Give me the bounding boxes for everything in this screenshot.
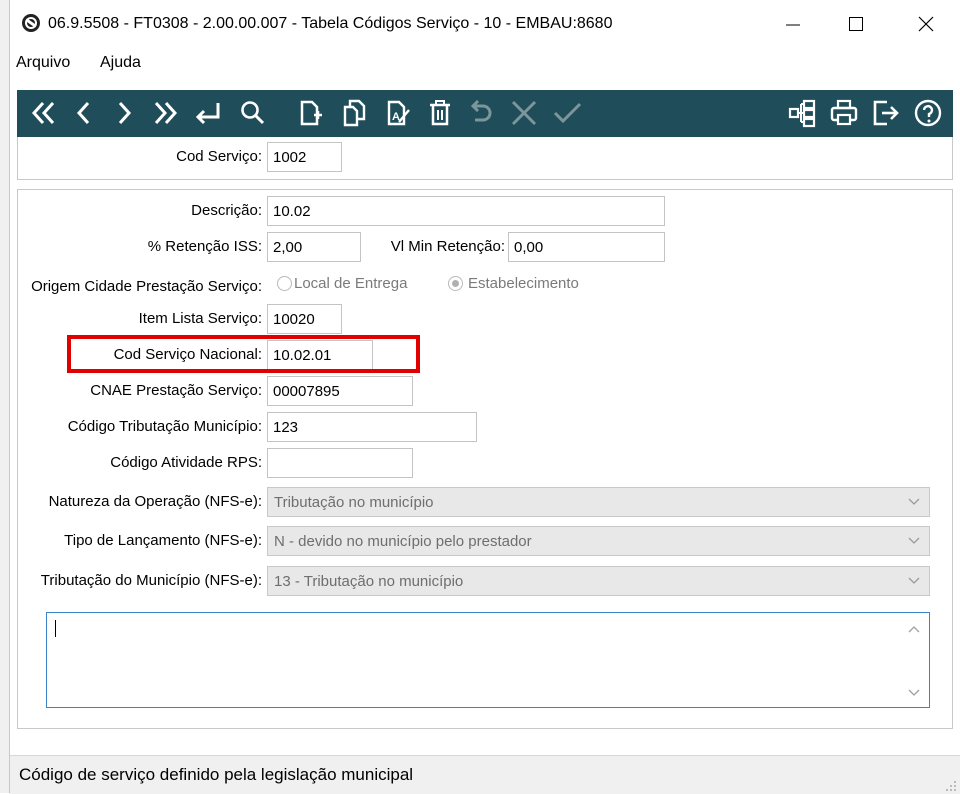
minimize-icon [786, 24, 800, 26]
tributacao-municipio-value: 13 - Tributação no município [274, 573, 464, 590]
toolbar: A [17, 90, 953, 137]
confirm-icon [553, 102, 582, 124]
relations-icon [788, 99, 816, 128]
delete-icon [430, 100, 450, 126]
menu-arquivo[interactable]: Arquivo [16, 54, 70, 72]
vl-min-retencao-label: Vl Min Retenção: [390, 238, 505, 255]
codigo-atividade-input[interactable] [267, 448, 413, 478]
retencao-iss-input[interactable]: 2,00 [267, 232, 361, 262]
text-cursor [55, 620, 56, 637]
cod-servico-label: Cod Serviço: [176, 148, 262, 165]
edit-record-button[interactable]: A [381, 96, 415, 130]
previous-icon [76, 101, 90, 125]
title-bar: 06.9.5508 - FT0308 - 2.00.00.007 - Tabel… [10, 0, 960, 48]
chevron-down-icon [908, 498, 920, 505]
item-lista-label: Item Lista Serviço: [138, 310, 262, 327]
relations-button[interactable] [785, 96, 819, 130]
minimize-button[interactable] [779, 10, 807, 38]
menu-bar: Arquivo Ajuda [10, 48, 960, 78]
radio-estabelecimento-label: Estabelecimento [468, 275, 579, 292]
status-text: Código de serviço definido pela legislaç… [19, 765, 414, 784]
cancel-button [507, 96, 541, 130]
undo-icon [470, 99, 492, 122]
copy-icon [343, 99, 366, 127]
descricao-input[interactable]: 10.02 [267, 196, 665, 226]
help-icon [914, 99, 942, 127]
app-logo-icon [22, 14, 40, 32]
cancel-icon [511, 100, 537, 126]
scroll-down-icon[interactable] [907, 685, 921, 699]
retencao-iss-label: % Retenção ISS: [147, 238, 262, 255]
print-icon [830, 99, 858, 126]
scroll-up-icon[interactable] [907, 623, 921, 637]
radio-estabelecimento[interactable] [448, 276, 463, 291]
natureza-operacao-label: Natureza da Operação (NFS-e): [48, 493, 262, 510]
new-record-button[interactable] [293, 96, 327, 130]
close-icon [918, 16, 934, 32]
first-icon [31, 101, 55, 125]
delete-record-button[interactable] [423, 96, 457, 130]
natureza-operacao-value: Tributação no município [274, 494, 434, 511]
tipo-lancamento-value: N - devido no município pelo prestador [274, 533, 532, 550]
confirm-button [547, 96, 587, 130]
chevron-down-icon [908, 537, 920, 544]
previous-record-button[interactable] [69, 96, 99, 130]
radio-local-entrega-label: Local de Entrega [294, 275, 408, 292]
tipo-lancamento-label: Tipo de Lançamento (NFS-e): [64, 532, 262, 549]
tributacao-municipio-select[interactable]: 13 - Tributação no município [267, 566, 930, 596]
descricao-label: Descrição: [191, 202, 262, 219]
maximize-button[interactable] [842, 10, 870, 38]
background-window-strip [0, 0, 9, 793]
natureza-operacao-select[interactable]: Tributação no município [267, 487, 930, 517]
radio-local-entrega[interactable] [277, 276, 292, 291]
next-icon [118, 101, 132, 125]
resize-grip-icon[interactable] [943, 778, 957, 792]
copy-record-button[interactable] [337, 96, 371, 130]
print-button[interactable] [827, 96, 861, 130]
origem-cidade-label: Origem Cidade Prestação Serviço: [31, 278, 262, 295]
next-record-button[interactable] [109, 96, 139, 130]
undo-button [463, 96, 497, 130]
maximize-icon [849, 17, 863, 31]
help-button[interactable] [911, 96, 945, 130]
search-icon [241, 101, 265, 125]
exit-icon [873, 100, 899, 126]
codigo-atividade-label: Código Atividade RPS: [110, 454, 262, 471]
vl-min-retencao-input[interactable]: 0,00 [508, 232, 665, 262]
edit-icon: A [387, 100, 410, 126]
menu-ajuda[interactable]: Ajuda [100, 54, 141, 72]
last-icon [154, 101, 178, 125]
codigo-tributacao-label: Código Tributação Município: [67, 418, 262, 435]
exit-button[interactable] [869, 96, 903, 130]
first-record-button[interactable] [27, 96, 61, 130]
app-window: 06.9.5508 - FT0308 - 2.00.00.007 - Tabel… [9, 0, 960, 794]
tributacao-municipio-label: Tributação do Município (NFS-e): [40, 572, 262, 589]
highlight-box [67, 335, 420, 373]
return-button[interactable] [189, 96, 225, 130]
item-lista-input[interactable]: 10020 [267, 304, 342, 334]
tipo-lancamento-select[interactable]: N - devido no município pelo prestador [267, 526, 930, 556]
return-icon [195, 103, 220, 125]
chevron-down-icon [908, 577, 920, 584]
memo-textarea[interactable] [46, 612, 930, 708]
last-record-button[interactable] [147, 96, 183, 130]
codigo-tributacao-input[interactable]: 123 [267, 412, 477, 442]
cnae-input[interactable]: 00007895 [267, 376, 413, 406]
search-button[interactable] [235, 96, 269, 130]
new-icon [300, 100, 322, 126]
cod-servico-input[interactable]: 1002 [267, 142, 342, 172]
cnae-label: CNAE Prestação Serviço: [90, 382, 262, 399]
status-bar: Código de serviço definido pela legislaç… [10, 755, 960, 794]
close-window-button[interactable] [912, 10, 940, 38]
window-title: 06.9.5508 - FT0308 - 2.00.00.007 - Tabel… [48, 15, 613, 32]
